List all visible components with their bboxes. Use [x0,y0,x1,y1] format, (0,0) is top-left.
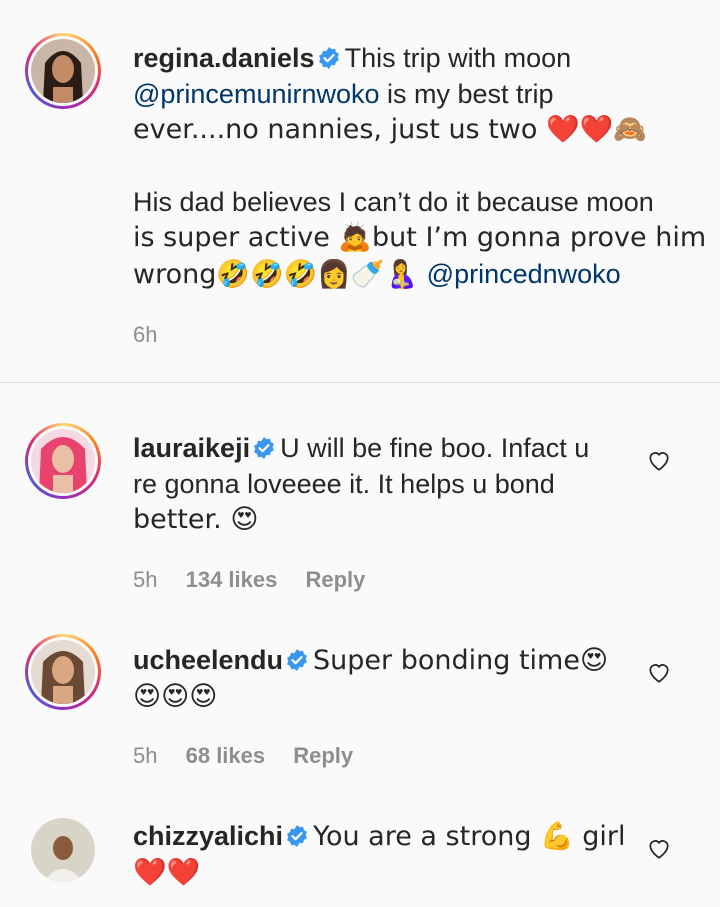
likes-count[interactable]: 134 likes [186,567,278,592]
caption-text-line: is super active 🙇but I’m gonna prove him [133,222,707,253]
caption-text-line: ever....no nannies, just us two ❤️❤️🙈 [133,114,647,145]
verified-badge-icon [287,649,307,671]
avatar [31,39,95,103]
comment-text-line: U will be fine boo. Infact u [280,433,590,463]
caption-timestamp: 6h [133,322,158,347]
reply-button[interactable]: Reply [293,743,353,768]
comment-username[interactable]: chizzyalichi [133,821,283,851]
caption-text-line: wrong🤣🤣🤣👩🍼🤱 [133,259,427,290]
comment-text-line: re gonna loveeee it. It helps u bond [133,469,555,499]
caption-text-line: His dad believes I can’t do it because m… [133,187,654,217]
verified-badge-icon [318,47,339,69]
avatar [31,640,95,704]
likes-count[interactable]: 68 likes [186,743,266,768]
avatar-story-ring[interactable] [25,423,101,499]
like-heart-icon[interactable] [646,835,672,861]
divider [0,382,720,383]
verified-badge-icon [287,825,307,847]
caption-text-line: is my best trip [379,79,554,109]
comment-timestamp: 5h [133,743,158,768]
caption-text-line: This trip with moon [344,43,572,73]
comment-text-line: better. 😍 [133,504,259,535]
comment-timestamp: 5h [133,567,158,592]
reply-button[interactable]: Reply [305,567,365,592]
like-heart-icon[interactable] [646,659,672,685]
comment-username[interactable]: lauraikeji [133,433,250,463]
comment-text-line: 😍😍😍 [133,681,218,712]
avatar[interactable] [31,818,95,882]
comment-text-line: ❤️❤️ [133,857,201,888]
mention-link[interactable]: @princemunirnwoko [133,79,380,109]
comment-text-line: Super bonding time😍 [313,645,609,676]
avatar-story-ring[interactable] [25,634,101,710]
mention-link[interactable]: @princednwoko [427,259,621,289]
avatar [31,429,95,493]
avatar-story-ring[interactable] [25,33,101,109]
comment-text-line: You are a strong 💪 girl [313,821,626,852]
verified-badge-icon [254,437,274,459]
caption-username[interactable]: regina.daniels [133,43,315,73]
like-heart-icon[interactable] [646,447,672,473]
comment-username[interactable]: ucheelendu [133,645,283,675]
